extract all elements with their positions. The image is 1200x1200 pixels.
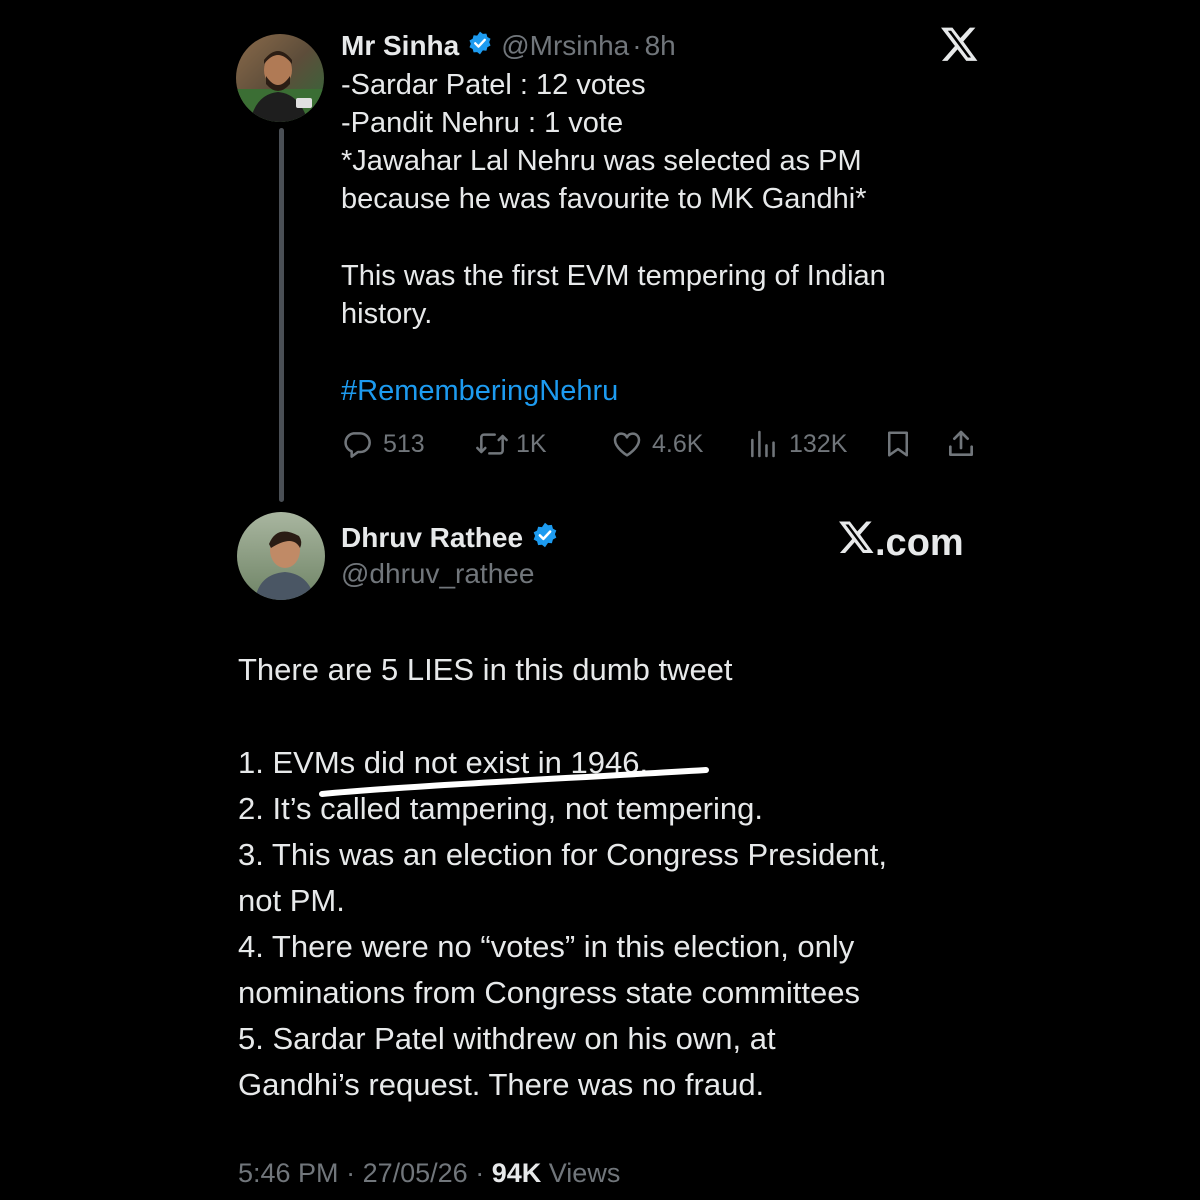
repost-button[interactable]: 1K xyxy=(474,424,547,464)
x-com-watermark: .com xyxy=(839,521,964,565)
tweet-date[interactable]: 27/05/26 xyxy=(363,1158,468,1188)
tweet-text-line-5: This was the first EVM tempering of Indi… xyxy=(341,260,886,292)
tweet-timestamp-footer: 5:46 PM · 27/05/26 · 94K Views xyxy=(238,1158,620,1189)
thread-connector-line xyxy=(279,128,284,502)
dhruv-rathee-avatar[interactable] xyxy=(237,512,325,600)
bookmark-button[interactable] xyxy=(883,424,913,464)
mr-sinha-avatar[interactable] xyxy=(236,34,324,122)
like-button[interactable]: 4.6K xyxy=(610,424,703,464)
reply-count: 513 xyxy=(383,429,425,458)
views-button[interactable]: 132K xyxy=(747,424,847,464)
x-logo-icon[interactable] xyxy=(941,27,979,68)
analytics-icon xyxy=(747,428,779,460)
like-count: 4.6K xyxy=(652,429,704,458)
footer-separator-2: · xyxy=(475,1158,485,1188)
share-icon xyxy=(945,428,977,460)
reply-text-line-4: 3. This was an election for Congress Pre… xyxy=(238,837,888,872)
tweet-text-line-4: because he was favourite to MK Gandhi* xyxy=(341,183,867,215)
reply-tweet-header: Dhruv Rathee xyxy=(341,521,559,555)
repost-count: 1K xyxy=(516,429,547,458)
repost-icon xyxy=(474,428,510,460)
footer-separator-1: · xyxy=(346,1158,356,1188)
bookmark-icon xyxy=(883,428,913,460)
author-display-name[interactable]: Mr Sinha xyxy=(341,30,459,62)
tweet-text-line-3: *Jawahar Lal Nehru was selected as PM xyxy=(341,145,862,177)
share-button[interactable] xyxy=(945,424,977,464)
verified-badge-icon xyxy=(531,521,559,556)
tweet-text-line-1: -Sardar Patel : 12 votes xyxy=(341,69,646,101)
reply-text-line-7: nominations from Congress state committe… xyxy=(238,975,860,1010)
hand-drawn-underline xyxy=(318,760,718,805)
tweet-time[interactable]: 5:46 PM xyxy=(238,1158,339,1188)
tweet-text-line-6: history. xyxy=(341,298,433,330)
reply-icon xyxy=(341,428,373,460)
tweet-views-label: Views xyxy=(548,1158,621,1188)
reply-text-line-5: not PM. xyxy=(238,883,345,918)
reply-author-handle[interactable]: @dhruv_rathee xyxy=(341,558,534,590)
reply-text-line-1: There are 5 LIES in this dumb tweet xyxy=(238,652,733,687)
reply-handle-row: @dhruv_rathee xyxy=(341,557,534,591)
watermark-text: .com xyxy=(875,521,964,564)
original-tweet-header: Mr Sinha @Mrsinha · 8h xyxy=(341,29,676,63)
time-ago[interactable]: 8h xyxy=(645,30,676,62)
x-logo-icon xyxy=(839,521,875,565)
header-separator: · xyxy=(632,30,642,61)
reply-button[interactable]: 513 xyxy=(341,424,425,464)
hashtag-link[interactable]: #RememberingNehru xyxy=(341,372,618,410)
reply-text-line-6: 4. There were no “votes” in this electio… xyxy=(238,929,855,964)
reply-author-display-name[interactable]: Dhruv Rathee xyxy=(341,522,523,554)
reply-text-line-9: Gandhi’s request. There was no fraud. xyxy=(238,1067,765,1102)
verified-badge-icon xyxy=(467,30,493,63)
author-handle[interactable]: @Mrsinha xyxy=(501,30,629,62)
reply-text-line-8: 5. Sardar Patel withdrew on his own, at xyxy=(238,1021,776,1056)
tweet-text-line-2: -Pandit Nehru : 1 vote xyxy=(341,107,624,139)
views-count: 132K xyxy=(789,429,848,458)
tweet-views-count: 94K xyxy=(491,1158,542,1188)
heart-icon xyxy=(610,428,644,460)
